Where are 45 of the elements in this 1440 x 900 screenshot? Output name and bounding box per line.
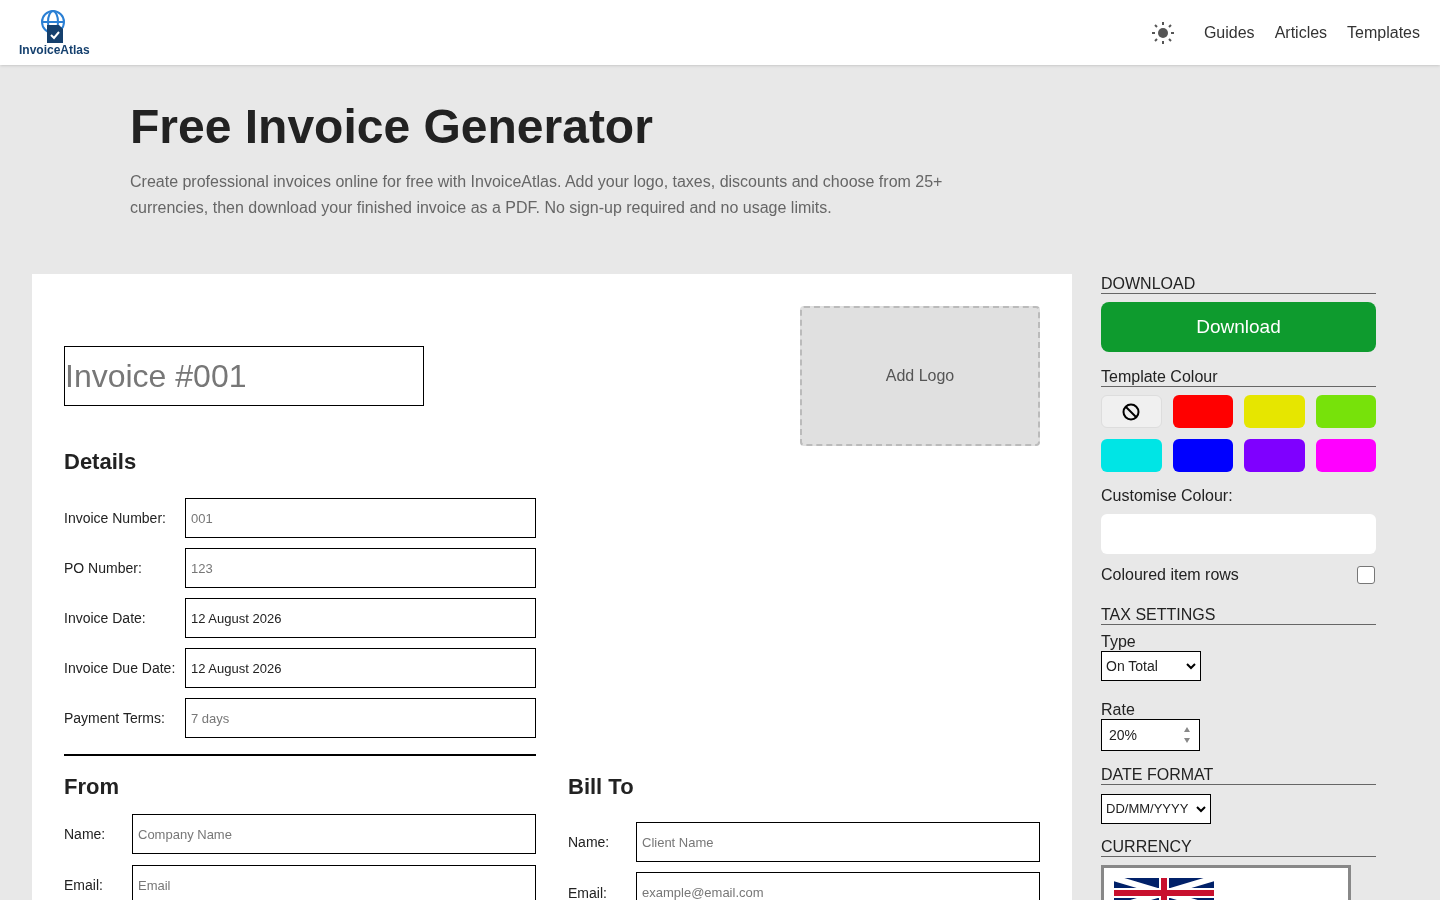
field-label: Payment Terms: (64, 708, 166, 728)
field-label: Invoice Due Date: (64, 658, 177, 678)
invoice-title-field[interactable]: Invoice #001 (64, 346, 424, 406)
field-label: Customise Colour: (1101, 486, 1234, 506)
input-field[interactable]: Email (132, 865, 536, 900)
input-field[interactable]: 12 August 2026 (185, 648, 536, 688)
input-field[interactable]: 12 August 2026 (185, 598, 536, 638)
field-label: PO Number: (64, 558, 143, 578)
field-label: Name: (568, 832, 611, 852)
rate-field[interactable]: 20% (1101, 719, 1200, 751)
checkbox-label: Coloured item rows (1101, 565, 1239, 585)
section-heading: TAX SETTINGS (1101, 606, 1376, 625)
tax-type-select[interactable]: On Total (1101, 651, 1201, 681)
select-value: 20% (1109, 725, 1138, 745)
section-heading: CURRENCY (1101, 838, 1376, 857)
page-description: Create professional invoices online for free with InvoiceAtlas. Add your logo, taxes, discounts and choose from 25+ currencies, then download your finished invoice as a PDF. No sign-up required and no usage limits. (130, 172, 944, 218)
nav-link[interactable]: Guides (1203, 20, 1255, 45)
input-field[interactable]: 001 (185, 498, 536, 538)
input-field[interactable]: 123 (185, 548, 536, 588)
download-button[interactable]: Download (1101, 302, 1376, 352)
field-label: Type (1101, 633, 1137, 651)
nav-link[interactable]: Templates (1347, 20, 1420, 45)
section-heading: DOWNLOAD (1101, 275, 1376, 294)
add-logo-button[interactable]: Add Logo (800, 306, 1040, 446)
section-heading: Bill To (568, 773, 635, 801)
field-label: Name: (64, 824, 107, 844)
field-label: Email: (64, 875, 104, 895)
input-field[interactable]: Client Name (636, 822, 1040, 862)
field-label: Invoice Date: (64, 608, 147, 628)
section-heading: From (64, 773, 120, 801)
date-format-select[interactable]: DD/MM/YYYY (1101, 794, 1211, 824)
field-label: Invoice Number: (64, 508, 167, 528)
section-heading: Details (64, 448, 138, 476)
section-heading: DATE FORMAT (1101, 766, 1376, 785)
input-field[interactable]: Company Name (132, 814, 536, 854)
field-label: Rate (1101, 701, 1136, 719)
select-value: On Total (1106, 656, 1158, 676)
nav-link[interactable]: Articles (1274, 20, 1328, 45)
input-field[interactable]: example@email.com (636, 872, 1040, 900)
section-heading: Template Colour (1101, 368, 1376, 387)
input-field[interactable]: 7 days (185, 698, 536, 738)
field-label: Email: (568, 884, 608, 900)
select-value: DD/MM/YYYY (1106, 800, 1189, 819)
page-title: Free Invoice Generator (130, 99, 654, 155)
logo-text: InvoiceAtlas (19, 43, 90, 56)
